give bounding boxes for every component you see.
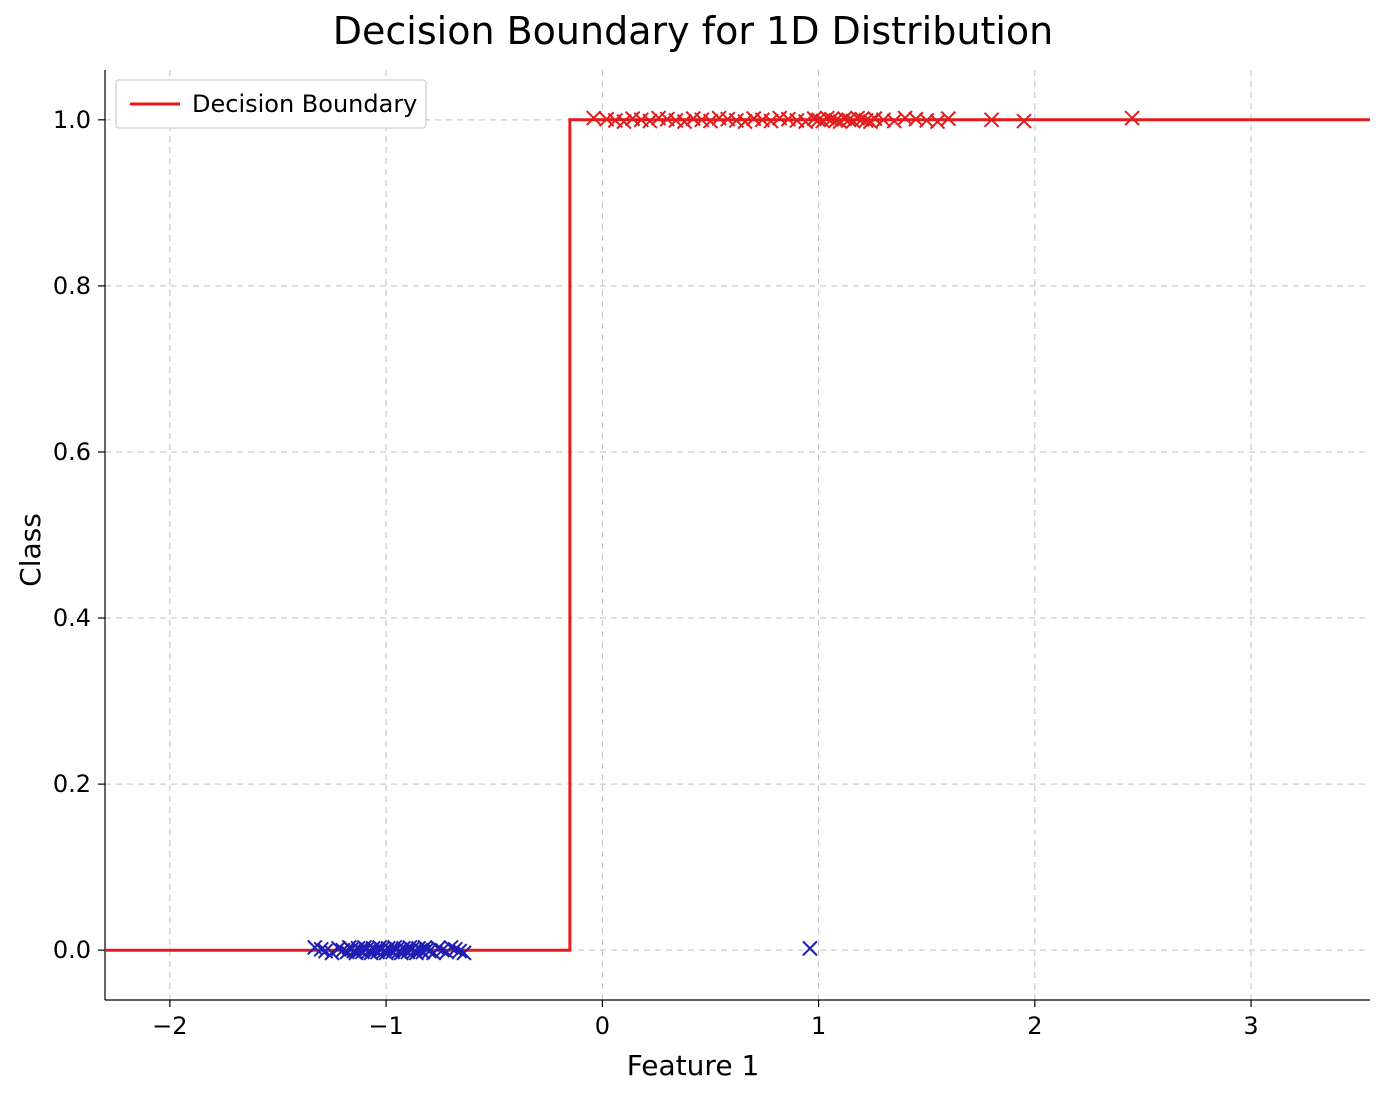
x-axis-label: Feature 1 (627, 1049, 760, 1082)
legend-entry-label: Decision Boundary (192, 90, 417, 118)
y-tick-label: 0.6 (53, 438, 91, 466)
y-tick-label: 0.0 (53, 936, 91, 964)
chart-container: Decision Boundary for 1D Distribution −2… (0, 0, 1387, 1101)
y-tick-label: 0.8 (53, 272, 91, 300)
data-point (803, 941, 817, 955)
x-tick-label: −2 (152, 1012, 187, 1040)
legend: Decision Boundary (116, 80, 426, 128)
x-tick-label: 1 (811, 1012, 826, 1040)
y-axis-label: Class (14, 513, 47, 587)
y-tick-label: 0.4 (53, 604, 91, 632)
plot-area: −2 −1 0 1 2 3 0.0 0.2 0.4 0.6 0.8 1.0 (53, 70, 1370, 1040)
x-tick-label: 3 (1243, 1012, 1258, 1040)
x-tick-label: 2 (1027, 1012, 1042, 1040)
y-tick-label: 0.2 (53, 770, 91, 798)
x-tick-label: 0 (595, 1012, 610, 1040)
chart-svg: Decision Boundary for 1D Distribution −2… (0, 0, 1387, 1101)
x-tick-label: −1 (368, 1012, 403, 1040)
decision-boundary-line (105, 120, 1370, 950)
chart-title: Decision Boundary for 1D Distribution (333, 9, 1053, 53)
data-point (1125, 111, 1139, 125)
data-point (931, 115, 945, 129)
y-tick-label: 1.0 (53, 106, 91, 134)
data-point (587, 111, 601, 125)
